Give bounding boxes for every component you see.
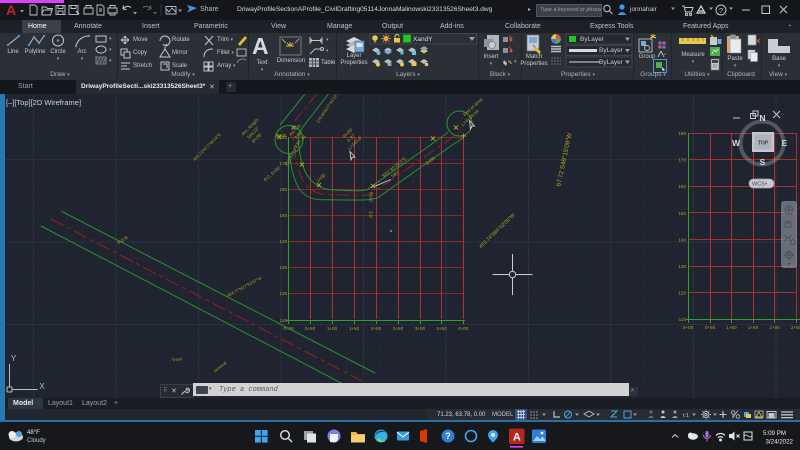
svg-text:- Trees: - Trees (169, 356, 183, 363)
svg-text:140: 140 (279, 239, 287, 244)
svg-text:1+50: 1+50 (748, 325, 759, 330)
svg-text:P.O.B.: P.O.B. (116, 234, 129, 246)
svg-text:1+00: 1+00 (315, 172, 326, 183)
svg-text:2+50: 2+50 (791, 325, 800, 330)
svg-text:2+50: 2+50 (393, 326, 404, 331)
svg-text:WCS: WCS (752, 182, 765, 188)
svg-text:445.72'N77°44'14"E: 445.72'N77°44'14"E (192, 132, 222, 162)
svg-text:P.T.: P.T. (369, 210, 374, 217)
svg-text:180: 180 (678, 131, 686, 136)
svg-text:2+00: 2+00 (371, 326, 382, 331)
svg-text:120: 120 (678, 291, 686, 296)
svg-text:150: 150 (279, 213, 287, 218)
svg-text:0+00: 0+00 (683, 325, 694, 330)
svg-text:Y: Y (11, 354, 17, 363)
svg-text:TOP: TOP (758, 141, 769, 147)
svg-text:1+00: 1+00 (327, 326, 338, 331)
svg-text:170: 170 (678, 158, 686, 163)
svg-text:P.C. 0+50: P.C. 0+50 (263, 165, 282, 182)
svg-text:X: X (39, 382, 45, 391)
svg-text:?: ? (445, 431, 451, 441)
svg-text:E: E (782, 138, 788, 148)
svg-text:N: N (759, 113, 765, 123)
svg-text:S: S (760, 157, 766, 167)
svg-text:120: 120 (279, 291, 287, 296)
svg-text:A: A (513, 432, 521, 444)
svg-text:150: 150 (678, 211, 686, 216)
svg-text:3+50: 3+50 (436, 326, 447, 331)
svg-text:0+50: 0+50 (305, 326, 316, 331)
svg-text:130: 130 (678, 264, 686, 269)
svg-text:t:1: t:1 (683, 413, 689, 419)
svg-text:273.65'N77°44'14"E: 273.65'N77°44'14"E (315, 94, 340, 124)
svg-text:W: W (732, 138, 741, 148)
svg-text:4+00: 4+00 (458, 326, 469, 331)
svg-text:3+00: 3+00 (424, 155, 436, 166)
svg-text:3/24/2022: 3/24/2022 (765, 439, 793, 446)
svg-text:2+00: 2+00 (769, 325, 780, 330)
svg-text:1+50: 1+50 (349, 326, 360, 331)
svg-text:A: A (6, 2, 16, 18)
svg-text:5:09 PM: 5:09 PM (763, 430, 786, 437)
svg-text:?: ? (719, 6, 723, 15)
svg-text:140: 140 (678, 237, 686, 242)
svg-text:1+00: 1+00 (726, 325, 737, 330)
svg-text:[–][Top][2D Wireframe]: [–][Top][2D Wireframe] (6, 98, 81, 107)
svg-text:48°F: 48°F (27, 430, 40, 436)
svg-text:0+00: 0+00 (276, 133, 287, 138)
svg-text:3+00: 3+00 (415, 326, 426, 331)
svg-text:110: 110 (280, 318, 288, 323)
svg-text:2+00: 2+00 (369, 191, 374, 202)
svg-text:130: 130 (279, 265, 287, 270)
svg-text:453.74'S84°02'09"W: 453.74'S84°02'09"W (478, 213, 516, 250)
svg-text:160: 160 (279, 187, 287, 192)
svg-text:160: 160 (678, 184, 686, 189)
svg-text:110: 110 (679, 317, 687, 322)
svg-text:Cloudy: Cloudy (27, 438, 46, 444)
svg-text:0+50: 0+50 (705, 325, 716, 330)
